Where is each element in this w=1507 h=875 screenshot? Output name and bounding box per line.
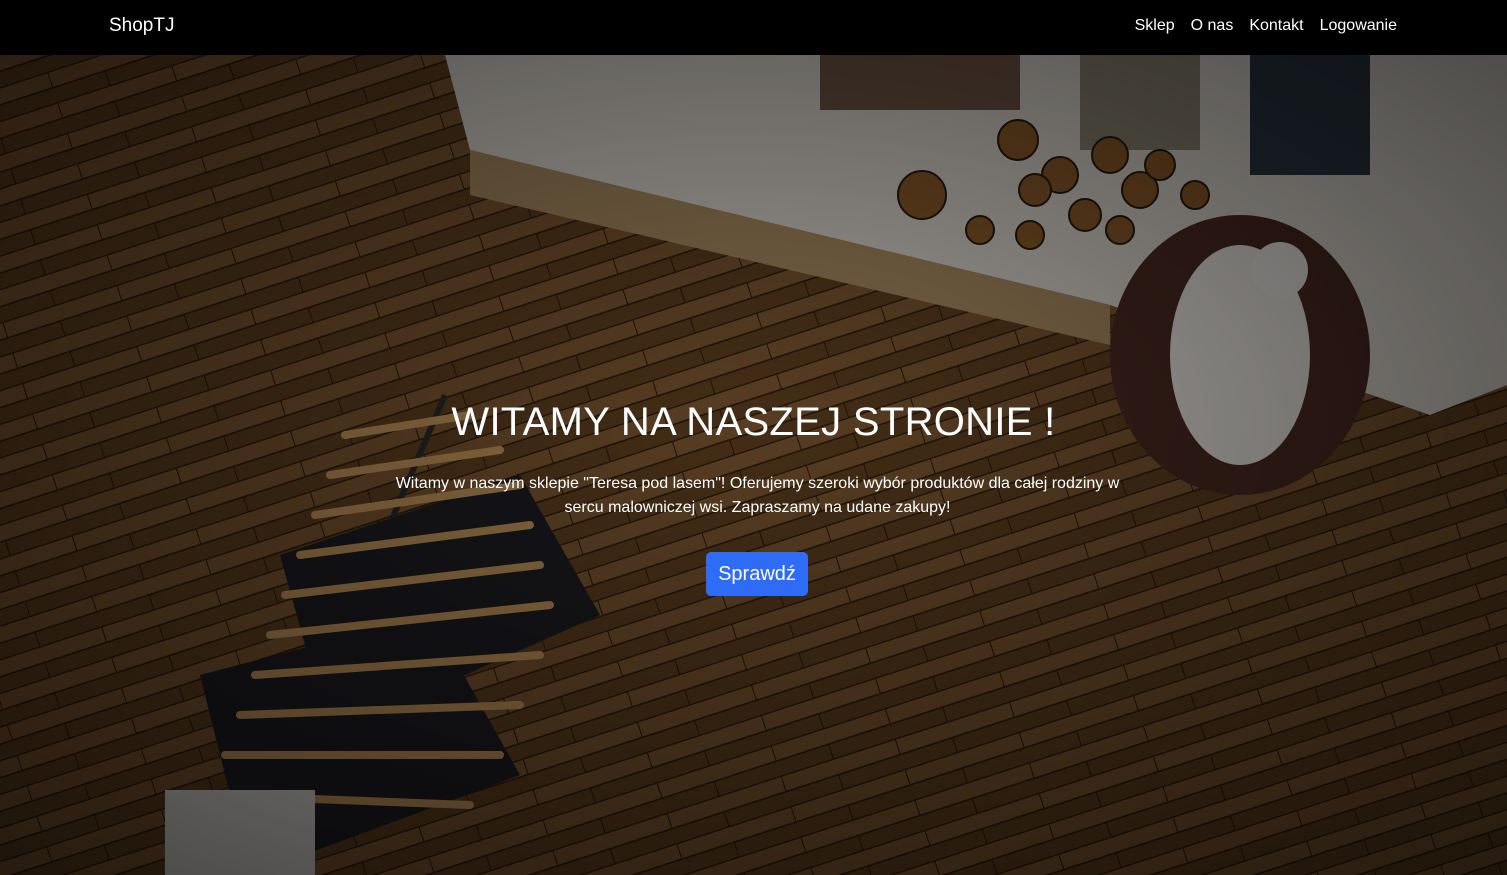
hero-title: WITAMY NA NASZEJ STRONIE !	[451, 400, 1056, 444]
nav-link-o-nas[interactable]: O nas	[1191, 17, 1234, 35]
hero-description: Witamy w naszym sklepie "Teresa pod lase…	[395, 475, 1120, 516]
sprawdz-button[interactable]: Sprawdź	[706, 552, 808, 596]
hero-section: WITAMY NA NASZEJ STRONIE ! Witamy w nasz…	[0, 55, 1507, 875]
brand-link[interactable]: ShopTJ	[109, 15, 174, 37]
nav-link-kontakt[interactable]: Kontakt	[1249, 17, 1303, 35]
page: ShopTJ Sklep O nas Kontakt Logowanie WIT…	[0, 0, 1507, 875]
nav-links: Sklep O nas Kontakt Logowanie	[1135, 17, 1397, 35]
navbar: ShopTJ Sklep O nas Kontakt Logowanie	[0, 0, 1507, 55]
nav-link-logowanie[interactable]: Logowanie	[1320, 17, 1397, 35]
nav-link-sklep[interactable]: Sklep	[1135, 17, 1175, 35]
hero-content: WITAMY NA NASZEJ STRONIE ! Witamy w nasz…	[0, 55, 1507, 875]
